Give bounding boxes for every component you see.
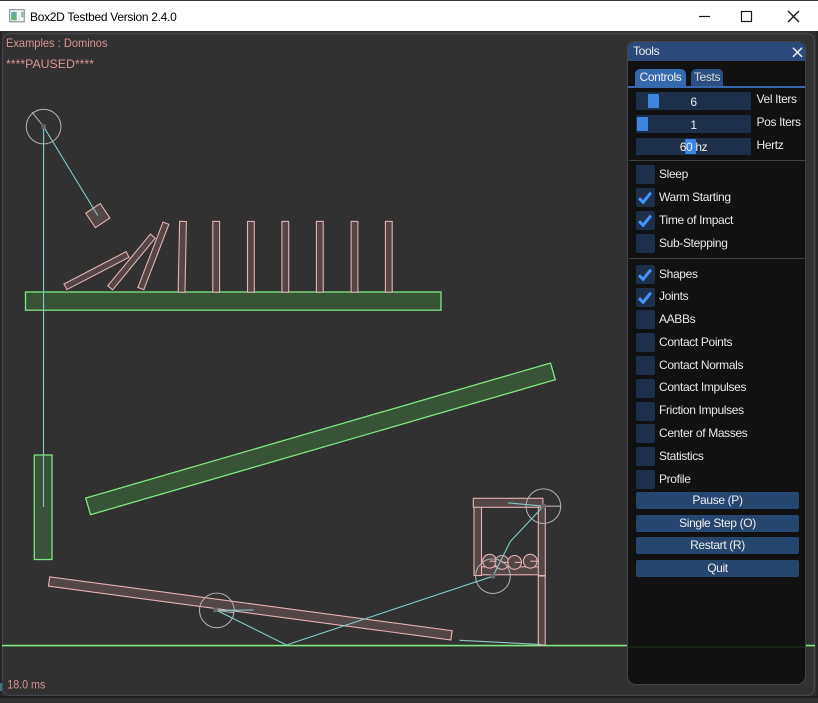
svg-text:Examples : Dominos: Examples : Dominos [6,36,108,50]
svg-text:18.0 ms: 18.0 ms [7,678,45,692]
svg-text:****PAUSED****: ****PAUSED**** [6,57,94,71]
